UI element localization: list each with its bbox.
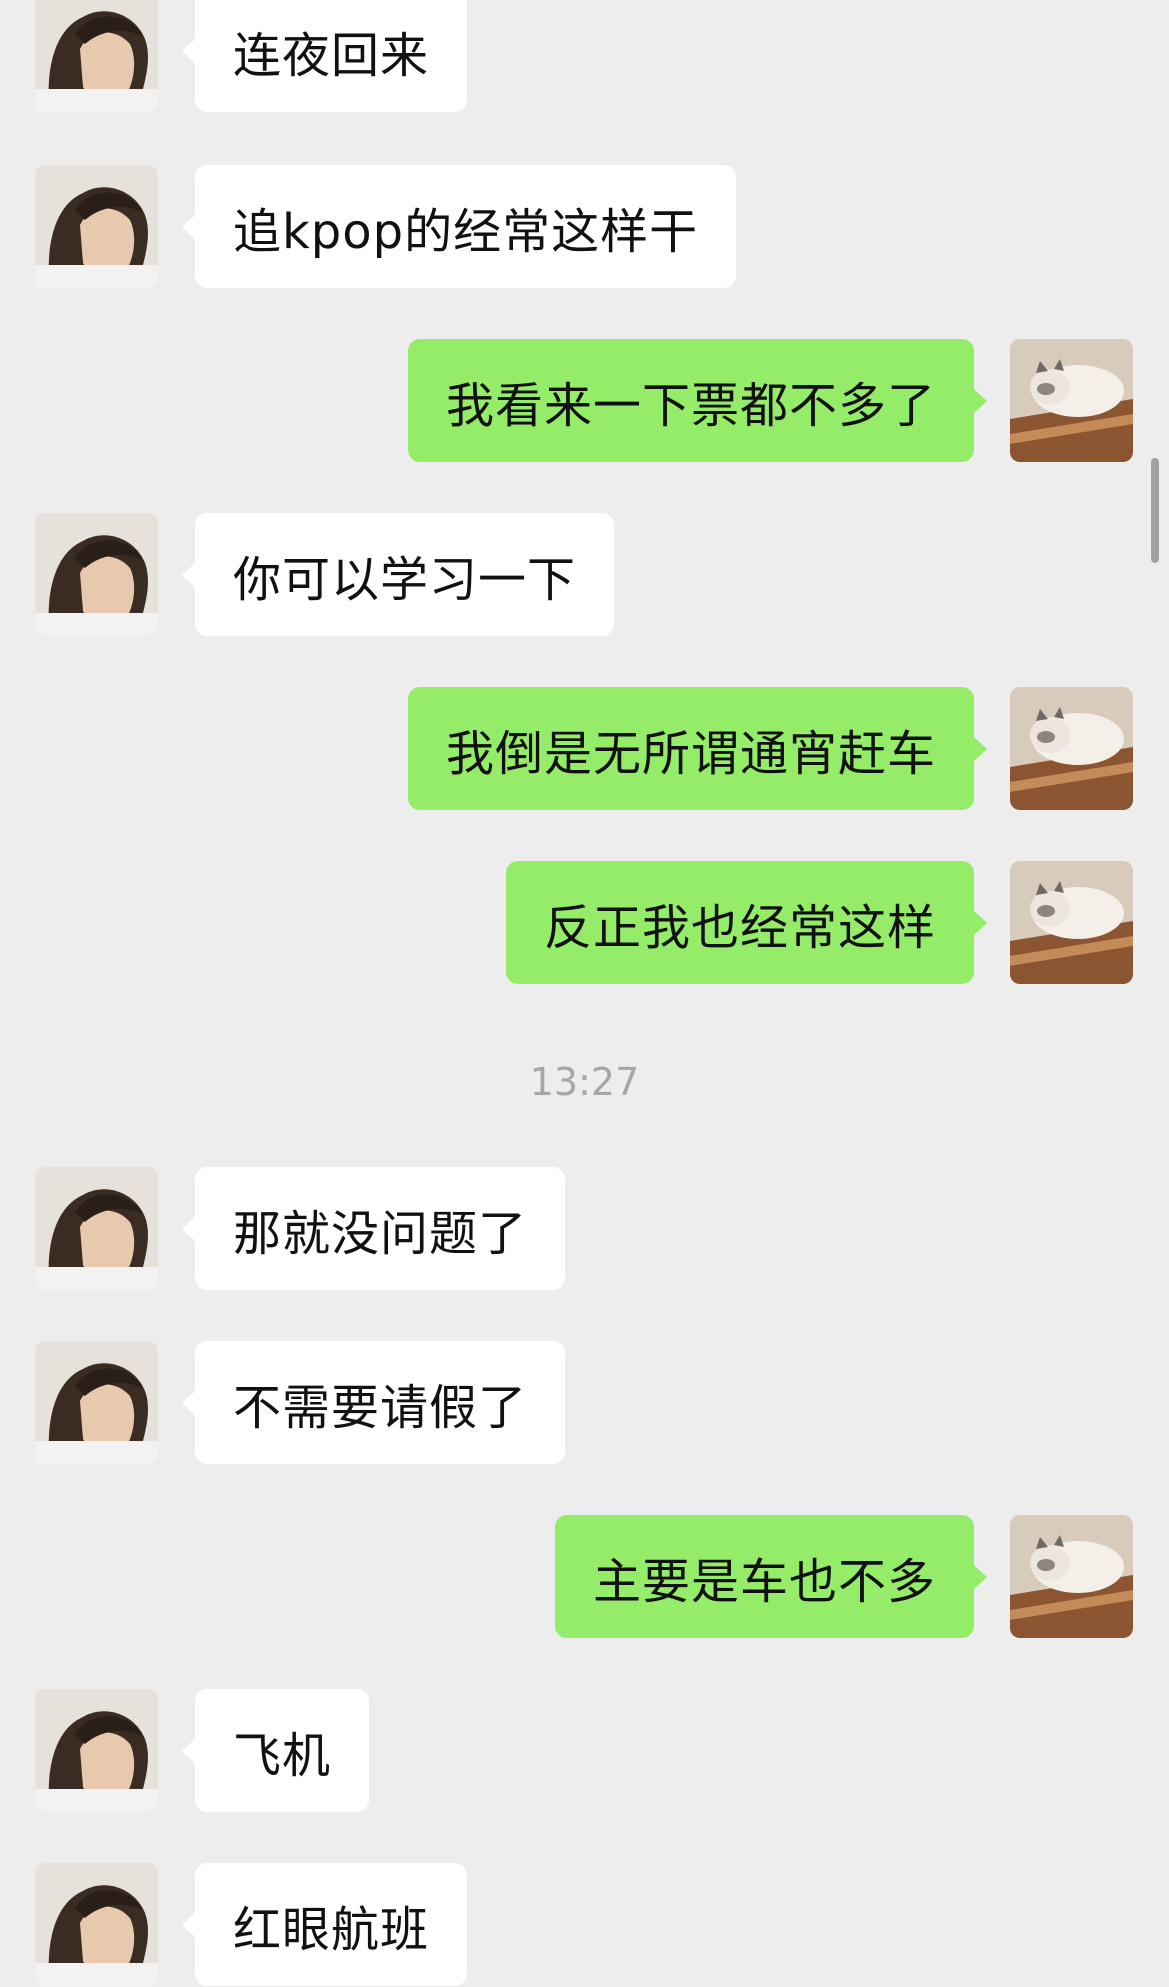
contact-avatar-icon[interactable] <box>35 1341 158 1464</box>
message-text: 红眼航班 <box>233 1901 430 1958</box>
message-text: 不需要请假了 <box>233 1379 528 1436</box>
message-bubble[interactable]: 我看来一下票都不多了 <box>407 339 988 462</box>
message-row-incoming: 你可以学习一下 <box>0 513 1169 637</box>
message-row-outgoing: 我看来一下票都不多了 <box>0 339 1169 463</box>
chat-message-list[interactable]: 连夜回来 追kpop的经常这样干 我看来一下票都不多了 你可以学习一下 我倒是无… <box>0 0 1169 1986</box>
message-row-outgoing: 反正我也经常这样 <box>0 861 1169 985</box>
self-avatar-icon[interactable] <box>1010 861 1133 984</box>
message-bubble[interactable]: 你可以学习一下 <box>181 513 615 636</box>
message-row-outgoing: 主要是车也不多 <box>0 1515 1169 1639</box>
message-row-incoming: 那就没问题了 <box>0 1167 1169 1291</box>
message-row-outgoing: 我倒是无所谓通宵赶车 <box>0 687 1169 811</box>
contact-avatar-icon[interactable] <box>35 513 158 636</box>
message-bubble[interactable]: 红眼航班 <box>181 1863 468 1986</box>
message-bubble[interactable]: 飞机 <box>181 1689 370 1812</box>
message-row-incoming: 飞机 <box>0 1689 1169 1813</box>
message-bubble[interactable]: 反正我也经常这样 <box>505 861 988 984</box>
contact-avatar-icon[interactable] <box>35 0 158 112</box>
message-text: 我看来一下票都不多了 <box>445 377 936 434</box>
contact-avatar-icon[interactable] <box>35 1689 158 1812</box>
message-bubble[interactable]: 那就没问题了 <box>181 1167 566 1290</box>
message-row-incoming: 不需要请假了 <box>0 1341 1169 1465</box>
contact-avatar-icon[interactable] <box>35 165 158 288</box>
message-text: 主要是车也不多 <box>592 1553 936 1610</box>
message-text: 连夜回来 <box>233 27 430 84</box>
message-timestamp: 13:27 <box>529 1060 640 1104</box>
message-text: 你可以学习一下 <box>233 551 577 608</box>
message-text: 反正我也经常这样 <box>543 899 936 956</box>
message-bubble[interactable]: 我倒是无所谓通宵赶车 <box>407 687 988 810</box>
message-row-incoming: 红眼航班 <box>0 1863 1169 1987</box>
message-bubble[interactable]: 不需要请假了 <box>181 1341 566 1464</box>
scrollbar[interactable] <box>1151 458 1159 563</box>
contact-avatar-icon[interactable] <box>35 1167 158 1290</box>
message-text: 那就没问题了 <box>233 1205 528 1262</box>
message-bubble[interactable]: 追kpop的经常这样干 <box>181 165 737 288</box>
message-text: 我倒是无所谓通宵赶车 <box>445 725 936 782</box>
message-row-incoming: 追kpop的经常这样干 <box>0 165 1169 289</box>
message-bubble[interactable]: 主要是车也不多 <box>554 1515 988 1638</box>
self-avatar-icon[interactable] <box>1010 1515 1133 1638</box>
self-avatar-icon[interactable] <box>1010 339 1133 462</box>
self-avatar-icon[interactable] <box>1010 687 1133 810</box>
message-text: 追kpop的经常这样干 <box>233 203 699 260</box>
contact-avatar-icon[interactable] <box>35 1863 158 1986</box>
message-row-incoming: 连夜回来 <box>0 0 1169 113</box>
message-text: 飞机 <box>233 1727 332 1784</box>
message-bubble[interactable]: 连夜回来 <box>181 0 468 112</box>
